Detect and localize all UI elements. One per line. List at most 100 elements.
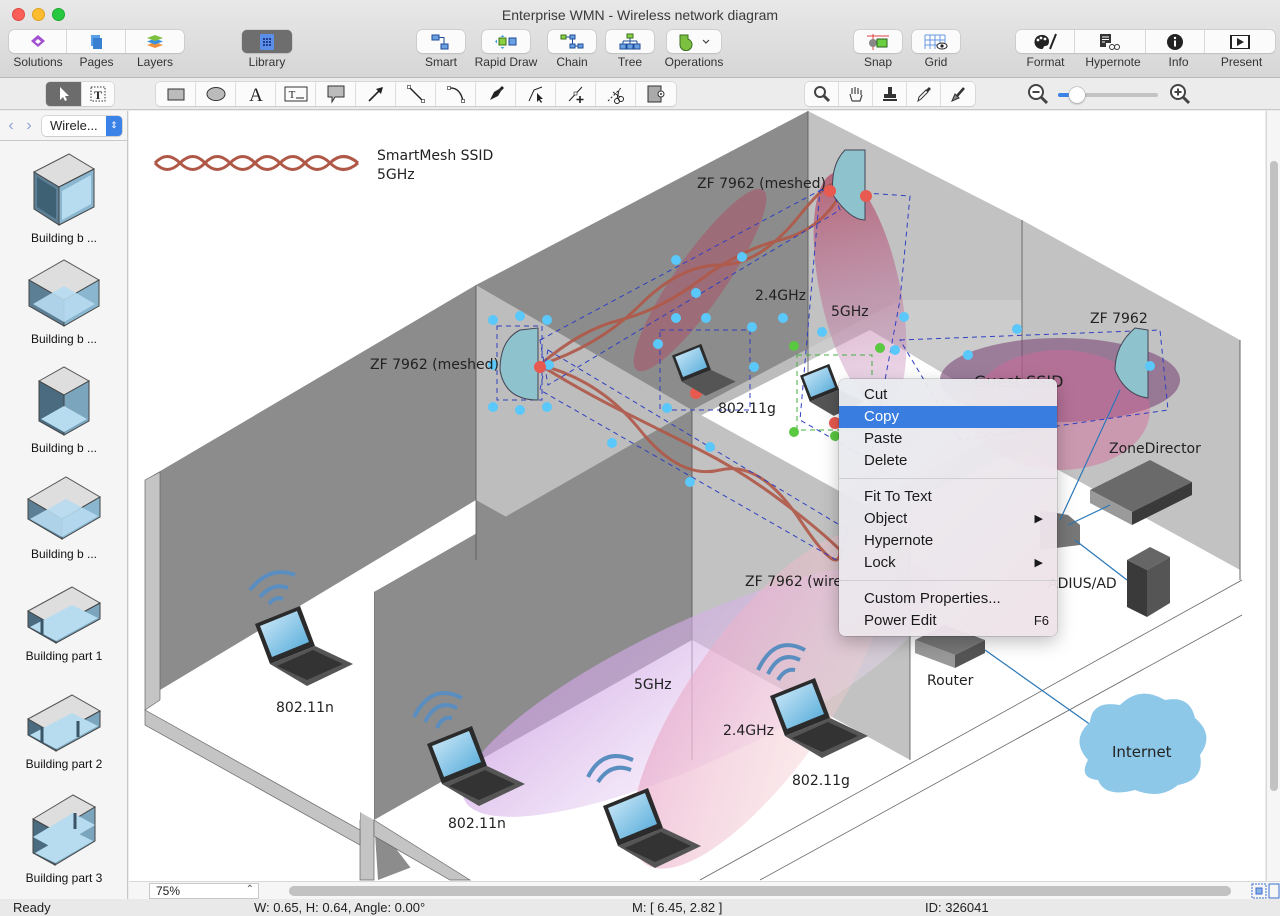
zoom-in-icon[interactable] bbox=[1169, 83, 1191, 105]
forward-arrow-icon[interactable]: › bbox=[20, 117, 38, 135]
snap-button[interactable] bbox=[854, 30, 902, 53]
zoom-tool[interactable] bbox=[805, 82, 839, 106]
rapid-draw-button[interactable] bbox=[482, 30, 530, 53]
zoom-slider[interactable] bbox=[1058, 87, 1158, 103]
present-icon bbox=[1230, 34, 1250, 49]
operations-button[interactable] bbox=[667, 30, 721, 53]
pointer-tool[interactable] bbox=[46, 82, 82, 106]
menu-item-paste[interactable]: Paste bbox=[839, 428, 1057, 450]
building-part-icon bbox=[31, 794, 97, 866]
ap-label[interactable]: ZF 7962 (meshed) bbox=[697, 176, 826, 192]
device-label[interactable]: ZoneDirector bbox=[1109, 441, 1201, 457]
library-select[interactable]: Wirele... ⇕ bbox=[42, 115, 122, 136]
menu-item-lock[interactable]: Lock ▶ bbox=[839, 552, 1057, 574]
menu-item-hypernote[interactable]: Hypernote bbox=[839, 530, 1057, 552]
text-box-icon: T bbox=[284, 86, 307, 102]
zoom-out-icon[interactable] bbox=[1027, 83, 1049, 105]
zoom-slider-knob[interactable] bbox=[1069, 87, 1085, 103]
menu-item-copy[interactable]: Copy bbox=[839, 406, 1057, 428]
arrow-icon bbox=[367, 87, 383, 102]
text-box-tool[interactable]: T bbox=[276, 82, 316, 106]
ap-label[interactable]: ZF 7962 (wire bbox=[745, 574, 842, 590]
frequency-label[interactable]: 5GHz bbox=[634, 677, 672, 693]
cloud-label[interactable]: Internet bbox=[1112, 743, 1172, 761]
container-tool[interactable] bbox=[636, 82, 676, 106]
ellipse-tool[interactable] bbox=[196, 82, 236, 106]
menu-separator bbox=[839, 580, 1057, 581]
menu-item-fit-to-text[interactable]: Fit To Text bbox=[839, 486, 1057, 508]
back-arrow-icon[interactable]: ‹ bbox=[2, 117, 20, 135]
view-tools bbox=[805, 82, 975, 106]
pages-button[interactable] bbox=[67, 30, 126, 53]
library-item-label: Building b ... bbox=[30, 547, 98, 561]
library-item[interactable]: Building b ... bbox=[0, 361, 128, 455]
present-label: Present bbox=[1220, 55, 1263, 69]
chain-button[interactable] bbox=[548, 30, 596, 53]
fit-page-icon[interactable] bbox=[1251, 883, 1267, 899]
library-button[interactable] bbox=[242, 30, 292, 53]
frequency-label[interactable]: 2.4GHz bbox=[755, 288, 806, 304]
menu-item-label: Hypernote bbox=[864, 532, 934, 549]
client-label[interactable]: 802.11n bbox=[448, 816, 506, 832]
pan-tool[interactable] bbox=[839, 82, 873, 106]
line-tool[interactable] bbox=[396, 82, 436, 106]
frequency-label[interactable]: 5GHz bbox=[831, 304, 869, 320]
device-label[interactable]: Router bbox=[927, 673, 973, 689]
bezier-edit-tool[interactable] bbox=[516, 82, 556, 106]
arrow-tool[interactable] bbox=[356, 82, 396, 106]
device-label[interactable]: ADIUS/AD bbox=[1048, 576, 1117, 592]
library-item-label: Building b ... bbox=[30, 231, 98, 245]
arc-tool[interactable] bbox=[436, 82, 476, 106]
present-button[interactable] bbox=[1205, 30, 1275, 53]
solutions-button[interactable] bbox=[9, 30, 67, 53]
library-item[interactable]: Building part 2 bbox=[0, 693, 128, 771]
drawing-toolbar: T A T bbox=[0, 78, 1280, 110]
menu-item-delete[interactable]: Delete bbox=[839, 450, 1057, 472]
library-item[interactable]: Building part 3 bbox=[0, 791, 128, 885]
diagram-canvas[interactable]: SmartMesh SSID 5GHz ZF 7962 (meshed) ZF … bbox=[129, 111, 1265, 881]
client-label[interactable]: 802.11n bbox=[276, 700, 334, 716]
format-button[interactable] bbox=[1016, 30, 1075, 53]
layers-button[interactable] bbox=[126, 30, 184, 53]
magnifier-icon bbox=[813, 86, 830, 103]
add-point-tool[interactable] bbox=[556, 82, 596, 106]
ap-label[interactable]: ZF 7962 (meshed) bbox=[370, 357, 499, 373]
container-icon bbox=[647, 85, 665, 103]
ap-label[interactable]: ZF 7962 bbox=[1090, 311, 1148, 327]
actual-size-icon[interactable] bbox=[1268, 883, 1280, 899]
library-item[interactable]: Building part 1 bbox=[0, 585, 128, 663]
stepper-icon: ⌃ bbox=[245, 884, 254, 895]
smart-connector-icon bbox=[431, 34, 449, 49]
frequency-label[interactable]: 2.4GHz bbox=[723, 723, 774, 739]
menu-item-power-edit[interactable]: Power Edit F6 bbox=[839, 610, 1057, 632]
grid-button[interactable] bbox=[912, 30, 960, 53]
vertical-scrollbar[interactable] bbox=[1266, 111, 1280, 881]
pen-tool[interactable] bbox=[476, 82, 516, 106]
menu-item-cut[interactable]: Cut bbox=[839, 384, 1057, 406]
callout-tool[interactable] bbox=[316, 82, 356, 106]
scissors-tool[interactable] bbox=[596, 82, 636, 106]
text-select-tool[interactable]: T bbox=[82, 82, 114, 106]
zoom-level-select[interactable]: 75% ⌃ bbox=[149, 883, 259, 899]
eyedropper-tool[interactable] bbox=[907, 82, 941, 106]
status-bar: Ready W: 0.65, H: 0.64, Angle: 0.00° M: … bbox=[0, 899, 1280, 916]
svg-text:A: A bbox=[249, 85, 263, 104]
client-label[interactable]: 802.11g bbox=[718, 401, 776, 417]
tree-button[interactable] bbox=[606, 30, 654, 53]
building-block-icon bbox=[37, 366, 91, 436]
stamp-tool[interactable] bbox=[873, 82, 907, 106]
hypernote-button[interactable] bbox=[1075, 30, 1146, 53]
vertical-scroll-thumb[interactable] bbox=[1270, 161, 1278, 791]
library-item[interactable]: Building b ... bbox=[0, 469, 128, 561]
rectangle-tool[interactable] bbox=[156, 82, 196, 106]
client-label[interactable]: 802.11g bbox=[792, 773, 850, 789]
library-item[interactable]: Building b ... bbox=[0, 254, 128, 346]
text-tool[interactable]: A bbox=[236, 82, 276, 106]
smart-button[interactable] bbox=[417, 30, 465, 53]
menu-item-object[interactable]: Object ▶ bbox=[839, 508, 1057, 530]
horizontal-scroll-thumb[interactable] bbox=[289, 886, 1231, 896]
menu-item-custom-properties[interactable]: Custom Properties... bbox=[839, 588, 1057, 610]
info-button[interactable] bbox=[1146, 30, 1205, 53]
library-item[interactable]: Building b ... bbox=[0, 147, 128, 245]
format-painter-tool[interactable] bbox=[941, 82, 975, 106]
